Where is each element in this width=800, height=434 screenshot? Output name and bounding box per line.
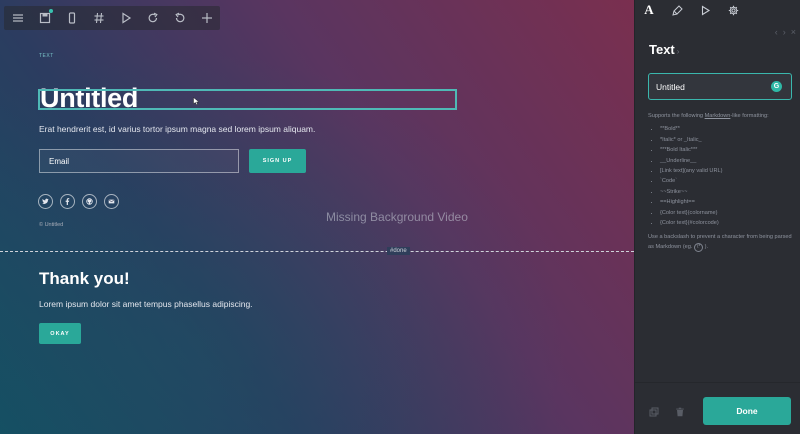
thank-you-title[interactable]: Thank you!	[39, 269, 130, 289]
chevron-right-icon: ›	[676, 47, 680, 56]
markdown-help: Supports the following Markdown-like for…	[648, 111, 794, 253]
format-item: [Link text](any valid URL)	[660, 166, 794, 176]
email-icon	[108, 199, 115, 204]
duplicate-button[interactable]	[649, 404, 659, 422]
undo-button[interactable]	[166, 6, 193, 30]
copyright-text: © Untitled	[39, 222, 64, 228]
close-panel-button[interactable]: ×	[791, 27, 796, 37]
okay-button[interactable]: OKAY	[39, 323, 81, 344]
gear-icon	[728, 5, 738, 15]
mouse-cursor-icon	[193, 97, 200, 105]
thank-you-section: Thank you! Lorem ipsum dolor sit amet te…	[0, 252, 634, 434]
brush-icon	[671, 4, 683, 16]
format-item: {Color text}(colorname)	[660, 208, 794, 218]
social-links	[38, 194, 119, 209]
editor-canvas: TEXT Untitled Erat hendrerit est, id var…	[0, 0, 634, 434]
panel-title: Text ›	[649, 42, 679, 57]
help-footer: Use a backslash to prevent a character f…	[648, 232, 794, 253]
format-list: **Bold** *Italic* or _Italic_ ***Bold It…	[648, 124, 794, 228]
tab-settings[interactable]	[719, 0, 747, 20]
preview-button[interactable]	[112, 6, 139, 30]
format-item: __Underline__	[660, 156, 794, 166]
delete-button[interactable]	[675, 404, 685, 422]
undo-icon	[174, 12, 184, 23]
panel-footer: Done	[635, 382, 800, 434]
play-icon	[701, 5, 710, 15]
plus-icon	[201, 13, 212, 23]
add-section-button[interactable]	[193, 6, 220, 30]
panel-tabs: A	[635, 0, 800, 20]
format-item: {Color text}(#colorcode)	[660, 218, 794, 228]
landing-section: TEXT Untitled Erat hendrerit est, id var…	[0, 0, 634, 252]
backslash-key: \*	[694, 243, 704, 253]
prev-element-button[interactable]: ‹	[775, 27, 778, 37]
hash-icon	[94, 12, 103, 24]
redo-icon	[148, 12, 158, 23]
save-icon	[39, 12, 50, 24]
trash-icon	[676, 407, 684, 417]
done-button[interactable]: Done	[703, 397, 791, 425]
facebook-icon	[65, 198, 70, 205]
twitter-link[interactable]	[38, 194, 53, 209]
redo-button[interactable]	[139, 6, 166, 30]
help-intro-tail: -like formatting:	[730, 113, 769, 119]
tab-style[interactable]	[663, 0, 691, 20]
format-item: *Italic* or _Italic_	[660, 135, 794, 145]
menu-button[interactable]	[4, 6, 31, 30]
tab-animation[interactable]	[691, 0, 719, 20]
text-style-icon: A	[644, 2, 654, 17]
mobile-preview-button[interactable]	[58, 6, 85, 30]
menu-icon	[12, 14, 23, 22]
signup-button[interactable]: SIGN UP	[249, 149, 306, 173]
github-link[interactable]	[82, 194, 97, 209]
format-item: ~~Strike~~	[660, 187, 794, 197]
twitter-icon	[42, 198, 49, 204]
help-intro: Supports the following Markdown-like for…	[648, 111, 794, 121]
format-item: **Bold**	[660, 124, 794, 134]
next-element-button[interactable]: ›	[783, 27, 786, 37]
format-item: ==Highlight==	[660, 197, 794, 207]
help-intro-text: Supports the following	[648, 113, 705, 119]
section-divider	[0, 251, 634, 252]
email-link[interactable]	[104, 194, 119, 209]
format-item: `Code`	[660, 176, 794, 186]
github-icon	[86, 198, 93, 205]
facebook-link[interactable]	[60, 194, 75, 209]
element-type-tag: TEXT	[39, 53, 54, 59]
section-anchor-label[interactable]: #done	[387, 247, 410, 255]
mobile-icon	[68, 12, 75, 24]
section-description: Erat hendrerit est, id varius tortor ips…	[39, 124, 316, 134]
duplicate-icon	[649, 407, 659, 417]
help-footer-end: ).	[704, 244, 709, 251]
properties-panel: A ‹ › × Text› G Supports the following M…	[634, 0, 800, 434]
unsaved-indicator	[49, 9, 53, 13]
panel-title-text: Text	[649, 42, 675, 57]
save-button[interactable]	[31, 6, 58, 30]
help-footer-text: Use a backslash to prevent a character f…	[648, 234, 792, 251]
format-item: ***Bold Italic***	[660, 145, 794, 155]
thank-you-description[interactable]: Lorem ipsum dolor sit amet tempus phasel…	[39, 299, 253, 309]
missing-video-notice: Missing Background Video	[326, 210, 468, 224]
selected-element-outline	[38, 89, 457, 110]
editor-toolbar	[4, 6, 220, 30]
anchor-button[interactable]	[85, 6, 112, 30]
grammarly-icon[interactable]: G	[771, 81, 782, 92]
play-icon	[121, 12, 131, 24]
markdown-link[interactable]: Markdown	[705, 113, 731, 119]
email-input[interactable]	[39, 149, 239, 173]
tab-text[interactable]: A	[635, 0, 663, 20]
panel-nav: ‹ › ×	[775, 27, 796, 37]
